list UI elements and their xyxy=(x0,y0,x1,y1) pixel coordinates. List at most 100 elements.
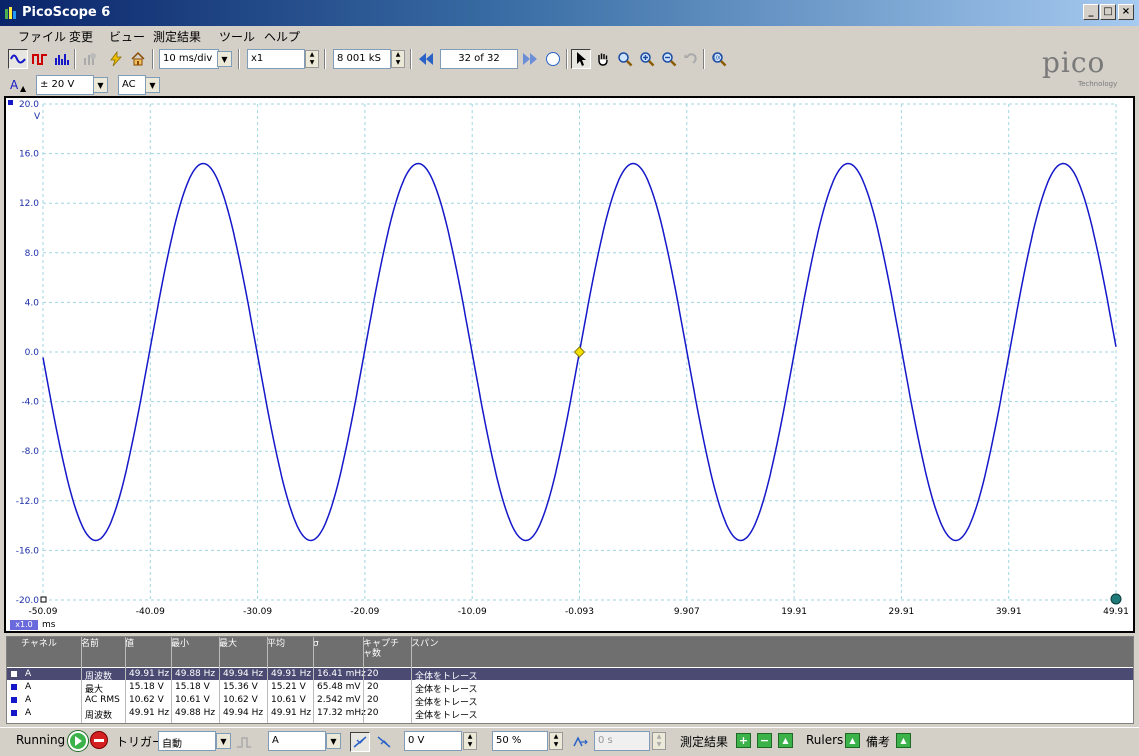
trigger-channel-select[interactable]: A xyxy=(268,731,326,751)
start-icon[interactable] xyxy=(68,731,88,751)
zoom-factor-field[interactable]: x1 xyxy=(247,49,305,69)
column-header[interactable]: チャネル xyxy=(21,639,61,649)
pretrigger-field[interactable]: 50 % xyxy=(492,731,548,751)
x-axis-start-marker xyxy=(40,596,47,603)
measurement-row[interactable]: A 最大 15.18 V 15.18 V 15.36 V 15.21 V 65.48 mV 2… xyxy=(7,681,1133,695)
edit-measurement-icon[interactable]: ▲ xyxy=(778,733,793,748)
notes-toggle-icon[interactable]: ▲ xyxy=(896,733,911,748)
channel-color-icon xyxy=(11,684,17,690)
column-header[interactable]: 名前 xyxy=(81,639,121,649)
chevron-down-icon[interactable]: ▼ xyxy=(145,77,160,93)
zoom-overview-icon[interactable]: 100 xyxy=(709,49,729,69)
menu-file[interactable]: ファイル xyxy=(18,28,66,45)
rising-edge-icon[interactable] xyxy=(350,732,370,752)
column-header[interactable]: 最大 xyxy=(219,639,259,649)
x-unit-label: ms xyxy=(42,620,56,630)
chevron-down-icon[interactable]: ▼ xyxy=(217,51,232,67)
post-trigger-delay-icon[interactable] xyxy=(570,732,590,752)
waveform-plot[interactable]: 20.0 16.0 12.0 8.0 4.0 0.0 -4.0 -8.0 -12.0 -16.0 -… xyxy=(6,98,1133,631)
pointer-tool-icon[interactable] xyxy=(571,49,591,69)
advanced-trigger-icon[interactable] xyxy=(234,732,254,752)
zoom-out-icon[interactable] xyxy=(659,49,679,69)
delay-field[interactable]: 0 s xyxy=(594,731,650,751)
close-button[interactable]: × xyxy=(1118,4,1134,20)
previous-buffer-icon[interactable] xyxy=(416,49,436,69)
rulers-label: Rulers xyxy=(806,733,844,747)
measurement-cell: 65.48 mV xyxy=(317,682,361,692)
samples-field[interactable]: 8 001 kS xyxy=(333,49,391,69)
undo-zoom-icon[interactable] xyxy=(681,49,701,69)
column-header[interactable]: スパン xyxy=(411,639,451,649)
column-divider xyxy=(219,637,220,723)
column-header[interactable]: 最小 xyxy=(171,639,211,649)
menu-tools[interactable]: ツール xyxy=(219,28,255,45)
rulers-toggle-icon[interactable]: ▲ xyxy=(845,733,860,748)
column-divider xyxy=(81,637,82,723)
column-header[interactable]: 平均 xyxy=(267,639,307,649)
measurement-row[interactable]: A 周波数 49.91 Hz 49.88 Hz 49.94 Hz 49.91 Hz 17.3… xyxy=(7,707,1133,721)
measurement-cell: 20 xyxy=(367,708,379,718)
menu-view[interactable]: ビュー xyxy=(109,28,145,45)
menu-help[interactable]: ヘルプ xyxy=(264,28,300,45)
spectrum-mode-icon[interactable] xyxy=(52,49,72,69)
delay-spinner[interactable]: ▲ ▼ xyxy=(652,732,666,750)
measurement-cell: 10.62 V xyxy=(129,695,164,705)
menu-measurements[interactable]: 測定結果 xyxy=(153,28,201,45)
trigger-level-field[interactable]: 0 V xyxy=(404,731,462,751)
zoom-in-icon[interactable] xyxy=(637,49,657,69)
stop-icon[interactable] xyxy=(90,731,108,749)
measurement-cell: 49.91 Hz xyxy=(271,708,312,718)
menu-edit[interactable]: 変更 xyxy=(69,28,93,45)
measurement-cell: 49.94 Hz xyxy=(223,669,264,679)
measurement-cell: A xyxy=(25,695,32,705)
falling-edge-icon[interactable] xyxy=(374,732,394,752)
scope-mode-icon[interactable] xyxy=(8,49,28,69)
column-header[interactable]: キャプチャ数 xyxy=(363,639,403,659)
x-tick-label: -20.09 xyxy=(350,607,379,617)
chevron-down-icon[interactable]: ▼ xyxy=(216,733,231,749)
zoom-area-icon[interactable] xyxy=(615,49,635,69)
axis-scale-badge[interactable]: x1.0 xyxy=(10,620,38,630)
measurement-cell: 周波数 xyxy=(85,711,113,721)
remove-measurement-icon[interactable]: − xyxy=(757,733,772,748)
channel-range-select[interactable]: ± 20 V xyxy=(36,75,94,95)
zoom-spinner[interactable]: ▲ ▼ xyxy=(305,50,319,68)
home-icon[interactable] xyxy=(128,49,148,69)
hand-tool-icon[interactable] xyxy=(593,49,613,69)
auto-setup-icon[interactable] xyxy=(80,49,100,69)
pretrigger-spinner[interactable]: ▲ ▼ xyxy=(549,732,563,750)
persistence-mode-icon[interactable] xyxy=(30,49,50,69)
column-header[interactable]: 値 xyxy=(125,639,165,649)
channel-toolbar: A ▲ ± 20 V ▼ AC ▼ xyxy=(0,72,1139,96)
buffer-position-field[interactable]: 32 of 32 xyxy=(440,49,518,69)
maximize-button[interactable]: □ xyxy=(1100,4,1116,20)
samples-spinner[interactable]: ▲ ▼ xyxy=(391,50,405,68)
measurement-row[interactable]: A 周波数 49.91 Hz 49.88 Hz 49.94 Hz 49.91 Hz 16.4… xyxy=(7,668,1133,682)
coupling-select[interactable]: AC xyxy=(118,75,146,95)
measurement-cell: 49.91 Hz xyxy=(129,708,170,718)
navigator-icon[interactable] xyxy=(543,49,563,69)
measurement-cell: A xyxy=(25,708,32,718)
trigger-mode-select[interactable]: 自動 xyxy=(158,731,216,751)
scope-view[interactable]: 20.0 16.0 12.0 8.0 4.0 0.0 -4.0 -8.0 -12.0 -16.0 -… xyxy=(6,98,1133,631)
app-icon xyxy=(5,7,16,19)
lightning-icon[interactable] xyxy=(106,49,126,69)
measurement-cell: AC RMS xyxy=(85,695,120,705)
chevron-down-icon[interactable]: ▼ xyxy=(326,733,341,749)
timebase-select[interactable]: 10 ms/div xyxy=(159,49,219,69)
channel-a-label[interactable]: A xyxy=(10,78,18,92)
add-measurement-icon[interactable]: + xyxy=(736,733,751,748)
minimize-button[interactable]: _ xyxy=(1083,4,1099,20)
measurement-cell: 20 xyxy=(367,695,379,705)
y-tick-label: 20.0 xyxy=(19,100,39,110)
chevron-down-icon[interactable]: ▼ xyxy=(93,77,108,93)
x-tick-label: -10.09 xyxy=(458,607,487,617)
column-header[interactable]: σ xyxy=(313,639,353,649)
measurement-cell: 49.94 Hz xyxy=(223,708,264,718)
column-divider xyxy=(267,637,268,723)
measurement-cell: A xyxy=(25,682,32,692)
measurement-cell: 全体をトレース xyxy=(415,711,478,721)
trigger-level-spinner[interactable]: ▲ ▼ xyxy=(463,732,477,750)
next-buffer-icon[interactable] xyxy=(520,49,540,69)
measurement-row[interactable]: A AC RMS 10.62 V 10.61 V 10.62 V 10.61 V 2.542… xyxy=(7,694,1133,708)
